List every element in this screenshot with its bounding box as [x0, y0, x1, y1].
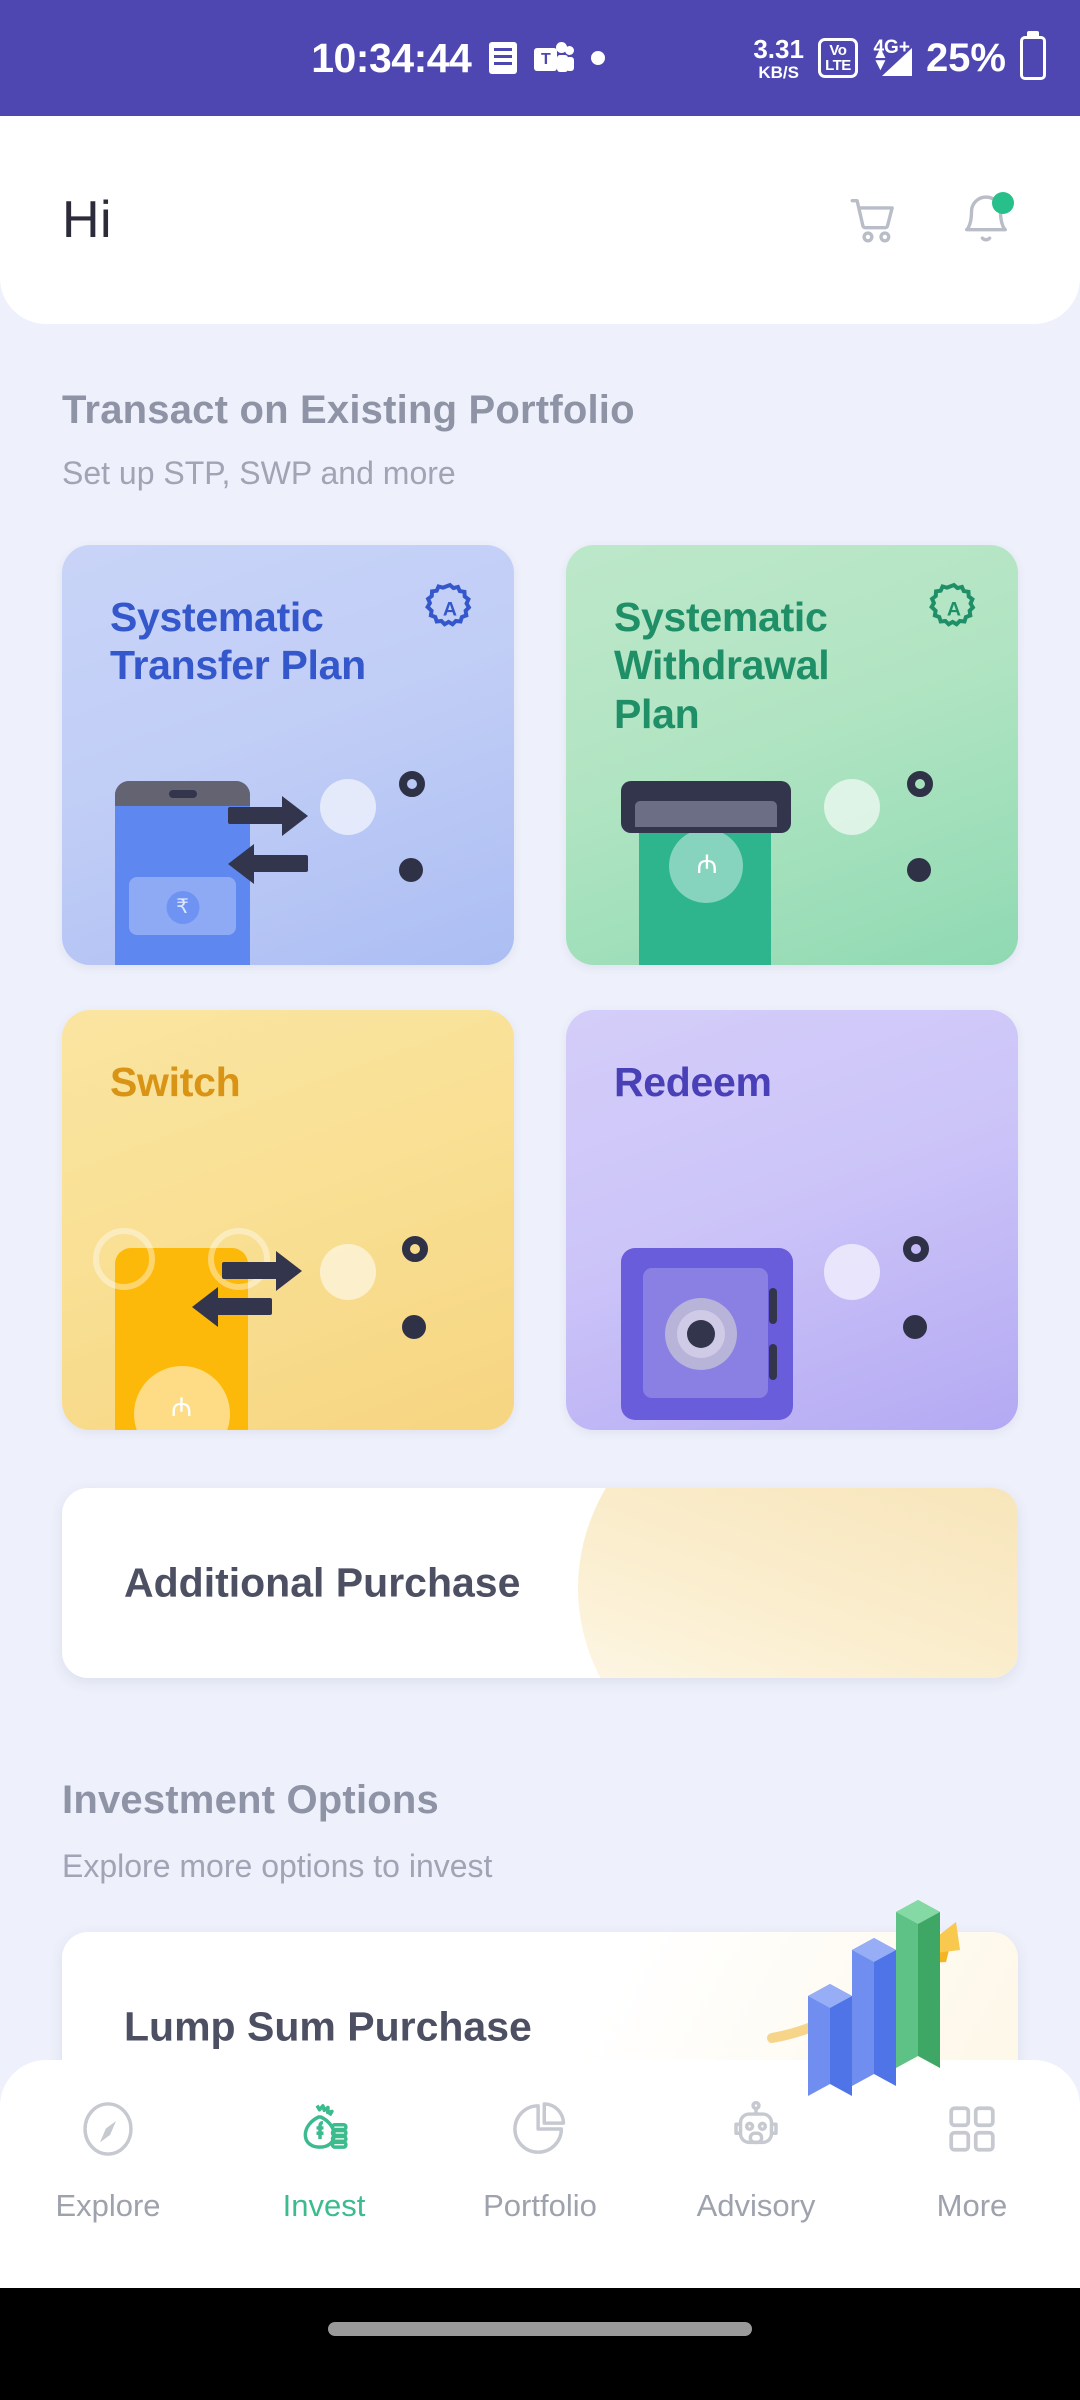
nav-item-invest[interactable]: Invest: [216, 2094, 432, 2224]
card-title: Systematic Withdrawal Plan: [614, 594, 830, 737]
dot-icon: [591, 51, 606, 65]
app-screen: 10:34:44 T 3.31 KB/S Vo LTE ▲ ▼ 4G+ 25% …: [0, 0, 1080, 2400]
data-speed-unit: KB/S: [758, 62, 799, 82]
ring-dot-decoration: [399, 771, 425, 797]
data-speed-indicator: 3.31 KB/S: [753, 36, 804, 81]
message-icon: [489, 42, 518, 74]
pale-dot-decoration: [320, 1244, 376, 1300]
transfer-arrows-icon: [228, 803, 328, 883]
volte-icon: Vo LTE: [817, 38, 858, 78]
card-accent-decoration: [578, 1488, 1018, 1678]
notifications-button[interactable]: [954, 188, 1018, 252]
notification-badge: [992, 192, 1014, 214]
status-notification-icons: T: [489, 42, 606, 74]
svg-text:A: A: [947, 598, 961, 620]
solid-dot-decoration: [399, 858, 423, 882]
solid-dot-decoration: [402, 1315, 426, 1339]
pale-dot-decoration: [824, 1244, 880, 1300]
cart-button[interactable]: [842, 188, 906, 252]
switch-arrows-icon: [214, 1258, 322, 1338]
atm-cash-icon: ₼: [621, 781, 791, 965]
card-redeem[interactable]: Redeem: [566, 1010, 1018, 1430]
gesture-navigation-bar: [0, 2288, 1080, 2400]
safe-vault-icon: [621, 1248, 793, 1420]
status-bar-right: 3.31 KB/S Vo LTE ▲ ▼ 4G+ 25%: [753, 36, 1046, 81]
card-title: Additional Purchase: [124, 1559, 521, 1606]
nav-label: Explore: [55, 2188, 161, 2223]
battery-percent: 25%: [925, 35, 1006, 80]
battery-icon: [1020, 36, 1046, 80]
solid-dot-decoration: [903, 1315, 927, 1339]
auto-gear-a-icon: A: [929, 582, 976, 627]
pie-chart-icon: [505, 2094, 575, 2164]
nav-item-portfolio[interactable]: Portfolio: [432, 2094, 648, 2224]
status-clock: 10:34:44: [311, 34, 472, 81]
svg-text:A: A: [443, 598, 457, 620]
gesture-handle[interactable]: [328, 2322, 752, 2336]
auto-gear-a-icon: A: [425, 582, 472, 627]
card-systematic-withdrawal-plan[interactable]: Systematic Withdrawal Plan A ₼: [566, 545, 1018, 965]
section-subtitle-investment: Explore more options to invest: [62, 1848, 493, 1884]
data-speed-value: 3.31: [753, 33, 804, 64]
status-bar-left: 10:34:44 T: [311, 34, 606, 81]
growth-bar-chart-icon: [767, 1900, 960, 2096]
card-title: Lump Sum Purchase: [124, 2003, 532, 2050]
pale-dot-decoration: [824, 779, 880, 835]
card-title: Systematic Transfer Plan: [110, 594, 366, 689]
section-subtitle-transact: Set up STP, SWP and more: [62, 455, 456, 491]
header-actions: [842, 188, 1018, 252]
card-additional-purchase[interactable]: Additional Purchase: [62, 1488, 1018, 1678]
nav-label: Invest: [282, 2188, 366, 2223]
ring-dot-decoration: [903, 1236, 929, 1262]
card-title: Redeem: [614, 1059, 772, 1105]
status-bar: 10:34:44 T 3.31 KB/S Vo LTE ▲ ▼ 4G+ 25%: [0, 0, 1080, 116]
teams-icon: T: [534, 42, 575, 74]
solid-dot-decoration: [907, 858, 931, 882]
money-bag-icon: [289, 2094, 359, 2164]
pale-dot-decoration: [320, 779, 376, 835]
ring-dot-decoration: [402, 1236, 428, 1262]
volte-bottom-text: LTE: [825, 57, 851, 74]
volte-top-text: Vo: [829, 42, 847, 59]
section-title-transact: Transact on Existing Portfolio: [62, 388, 635, 432]
compass-icon: [73, 2094, 143, 2164]
greeting-text: Hi: [62, 191, 113, 249]
nav-label: Advisory: [696, 2188, 816, 2223]
app-header: Hi: [0, 116, 1080, 324]
ring-dot-decoration: [907, 771, 933, 797]
signal-icon: ▲ ▼ 4G+: [872, 37, 912, 76]
card-systematic-transfer-plan[interactable]: Systematic Transfer Plan A ₹: [62, 545, 514, 965]
nav-label: Portfolio: [483, 2188, 597, 2223]
cart-icon: [850, 198, 894, 243]
section-title-investment: Investment Options: [62, 1778, 439, 1822]
nav-label: More: [936, 2188, 1008, 2223]
nav-item-explore[interactable]: Explore: [0, 2094, 216, 2224]
card-switch[interactable]: Switch ₼: [62, 1010, 514, 1430]
card-title: Switch: [110, 1059, 241, 1105]
